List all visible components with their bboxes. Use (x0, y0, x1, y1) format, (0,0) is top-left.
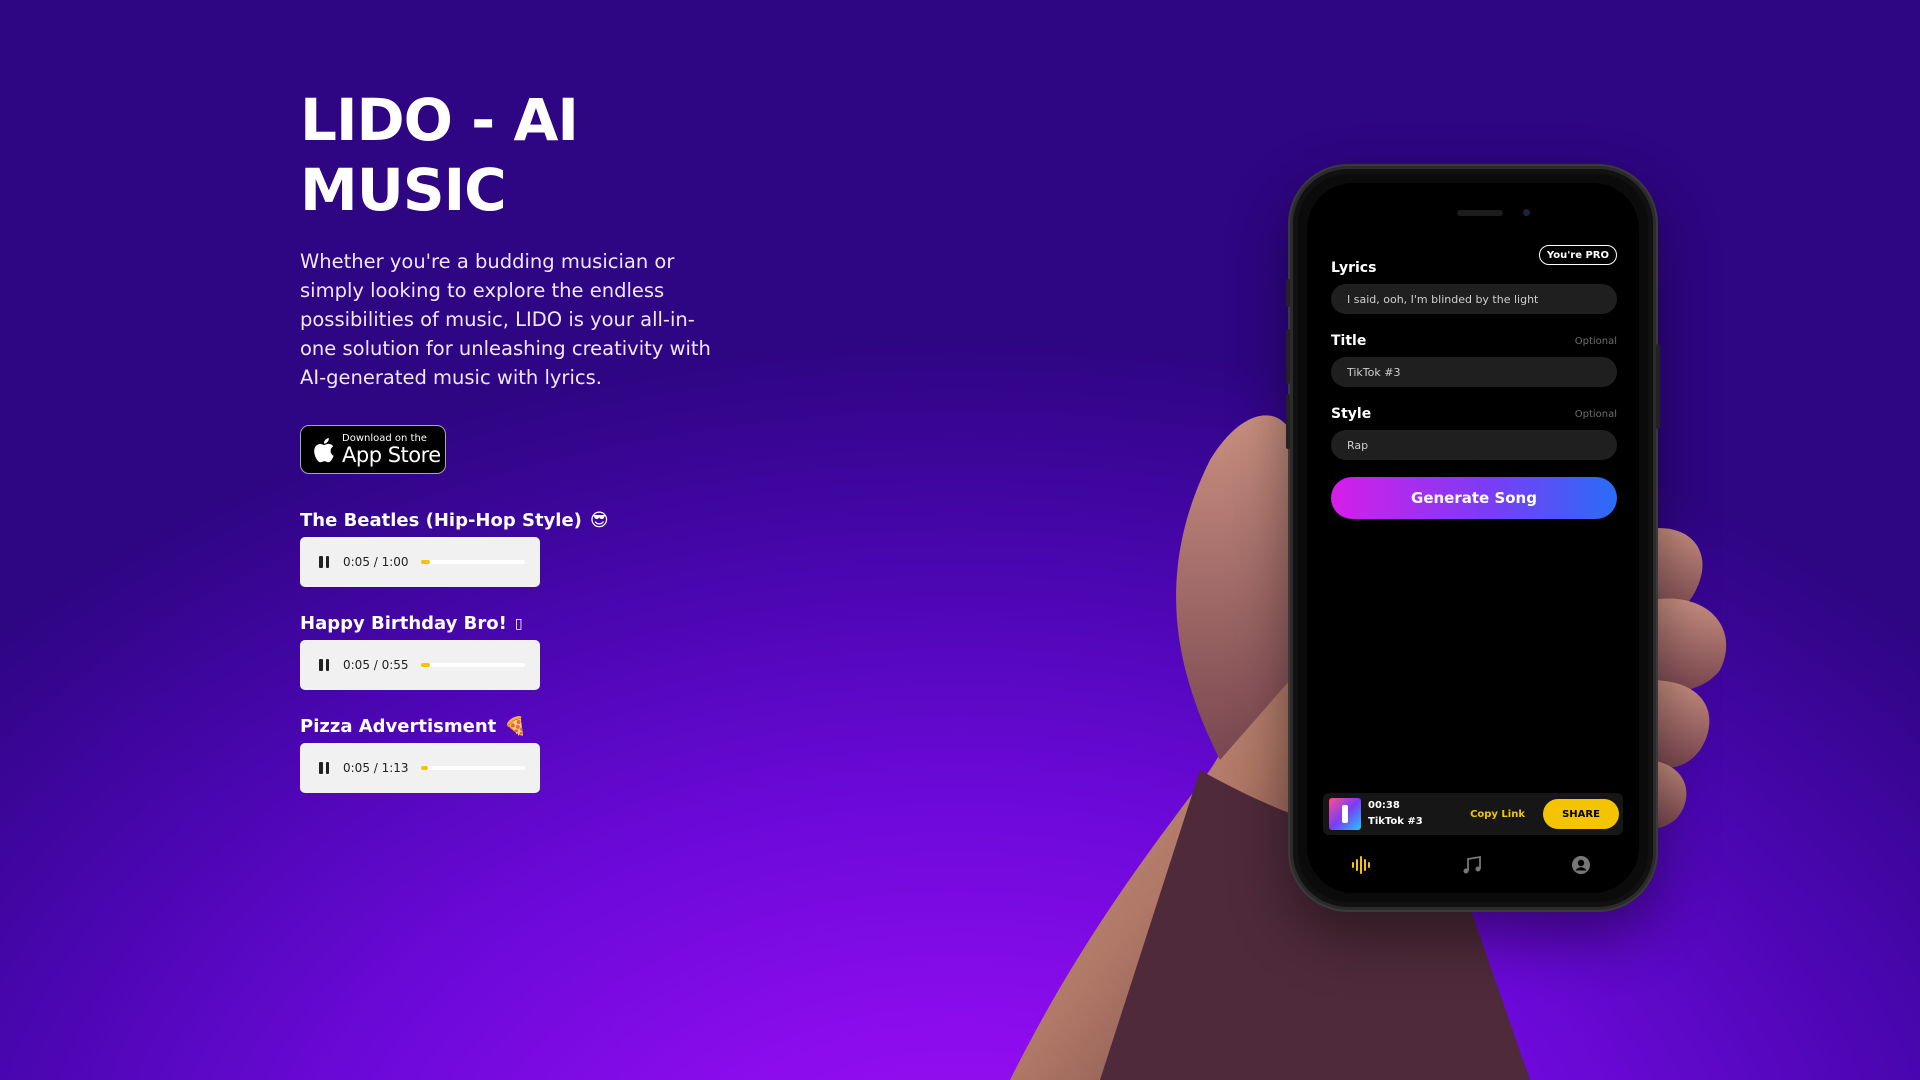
share-button[interactable]: SHARE (1543, 799, 1619, 829)
audio-player: 0:05 / 0:55 (300, 640, 540, 690)
phone-volume-up (1286, 329, 1290, 384)
progress-fill (421, 663, 431, 667)
hero-section: LIDO - AI MUSIC Whether you're a budding… (300, 85, 760, 793)
progress-fill (421, 766, 429, 770)
progress-slider[interactable] (421, 560, 525, 564)
missing-glyph-icon: ▯ (514, 616, 523, 632)
mini-player-info: 00:38 TikTok #3 (1368, 798, 1423, 830)
pizza-emoji-icon: 🍕 (504, 716, 527, 737)
mini-player-duration: 00:38 (1368, 800, 1400, 811)
track-item: Pizza Advertisment 🍕 0:05 / 1:13 (300, 716, 760, 793)
track-title-row: Happy Birthday Bro! ▯ (300, 613, 760, 635)
track-title-row: Pizza Advertisment 🍕 (300, 716, 760, 738)
player-time: 0:05 / 1:00 (343, 555, 409, 569)
pro-badge[interactable]: You're PRO (1538, 245, 1617, 265)
title-label: Title (1331, 333, 1367, 349)
track-item: Happy Birthday Bro! ▯ 0:05 / 0:55 (300, 613, 760, 690)
hero-description: Whether you're a budding musician or sim… (300, 250, 711, 389)
phone-power-button (1656, 344, 1660, 429)
track-title: The Beatles (Hip-Hop Style) (300, 510, 582, 531)
mini-player[interactable]: 00:38 TikTok #3 Copy Link SHARE (1323, 793, 1623, 835)
progress-fill (421, 560, 430, 564)
waveform-icon[interactable] (1349, 853, 1373, 877)
tab-bar (1307, 853, 1639, 877)
progress-slider[interactable] (421, 663, 525, 667)
lyrics-input[interactable]: I said, ooh, I'm blinded by the light (1331, 284, 1617, 314)
player-time: 0:05 / 1:13 (343, 761, 409, 775)
track-item: The Beatles (Hip-Hop Style) 😎 0:05 / 1:0… (300, 510, 760, 587)
player-time: 0:05 / 0:55 (343, 658, 409, 672)
phone-camera (1523, 209, 1530, 216)
mini-player-track: TikTok #3 (1368, 816, 1423, 827)
title-optional-label: Optional (1574, 336, 1617, 347)
track-title: Pizza Advertisment (300, 716, 497, 737)
pause-button[interactable] (317, 761, 331, 775)
audio-player: 0:05 / 1:00 (300, 537, 540, 587)
pause-button[interactable] (317, 555, 331, 569)
app-store-button[interactable]: Download on the App Store (300, 425, 446, 474)
style-input[interactable]: Rap (1331, 430, 1617, 460)
phone-screen: You're PRO Lyrics I said, ooh, I'm blind… (1307, 183, 1639, 893)
phone-speaker (1457, 210, 1503, 216)
phone-volume-down (1286, 394, 1290, 449)
phone-side-button (1286, 279, 1290, 307)
track-title: Happy Birthday Bro! (300, 613, 507, 634)
app-store-line2: App Store (342, 443, 441, 467)
generate-song-button[interactable]: Generate Song (1331, 477, 1617, 519)
phone-mockup: You're PRO Lyrics I said, ooh, I'm blind… (1286, 166, 1660, 910)
apple-icon (314, 437, 334, 462)
album-cover (1329, 798, 1361, 830)
title-input[interactable]: TikTok #3 (1331, 357, 1617, 387)
copy-link-button[interactable]: Copy Link (1470, 809, 1525, 820)
profile-icon[interactable] (1569, 853, 1593, 877)
progress-slider[interactable] (421, 766, 525, 770)
sunglasses-emoji-icon: 😎 (589, 510, 609, 531)
track-title-row: The Beatles (Hip-Hop Style) 😎 (300, 510, 760, 532)
music-notes-icon[interactable] (1460, 853, 1484, 877)
page-title: LIDO - AI MUSIC (300, 86, 579, 224)
audio-player: 0:05 / 1:13 (300, 743, 540, 793)
lyrics-label: Lyrics (1331, 260, 1377, 276)
style-label: Style (1331, 406, 1372, 422)
pause-button[interactable] (317, 658, 331, 672)
style-optional-label: Optional (1574, 409, 1617, 420)
